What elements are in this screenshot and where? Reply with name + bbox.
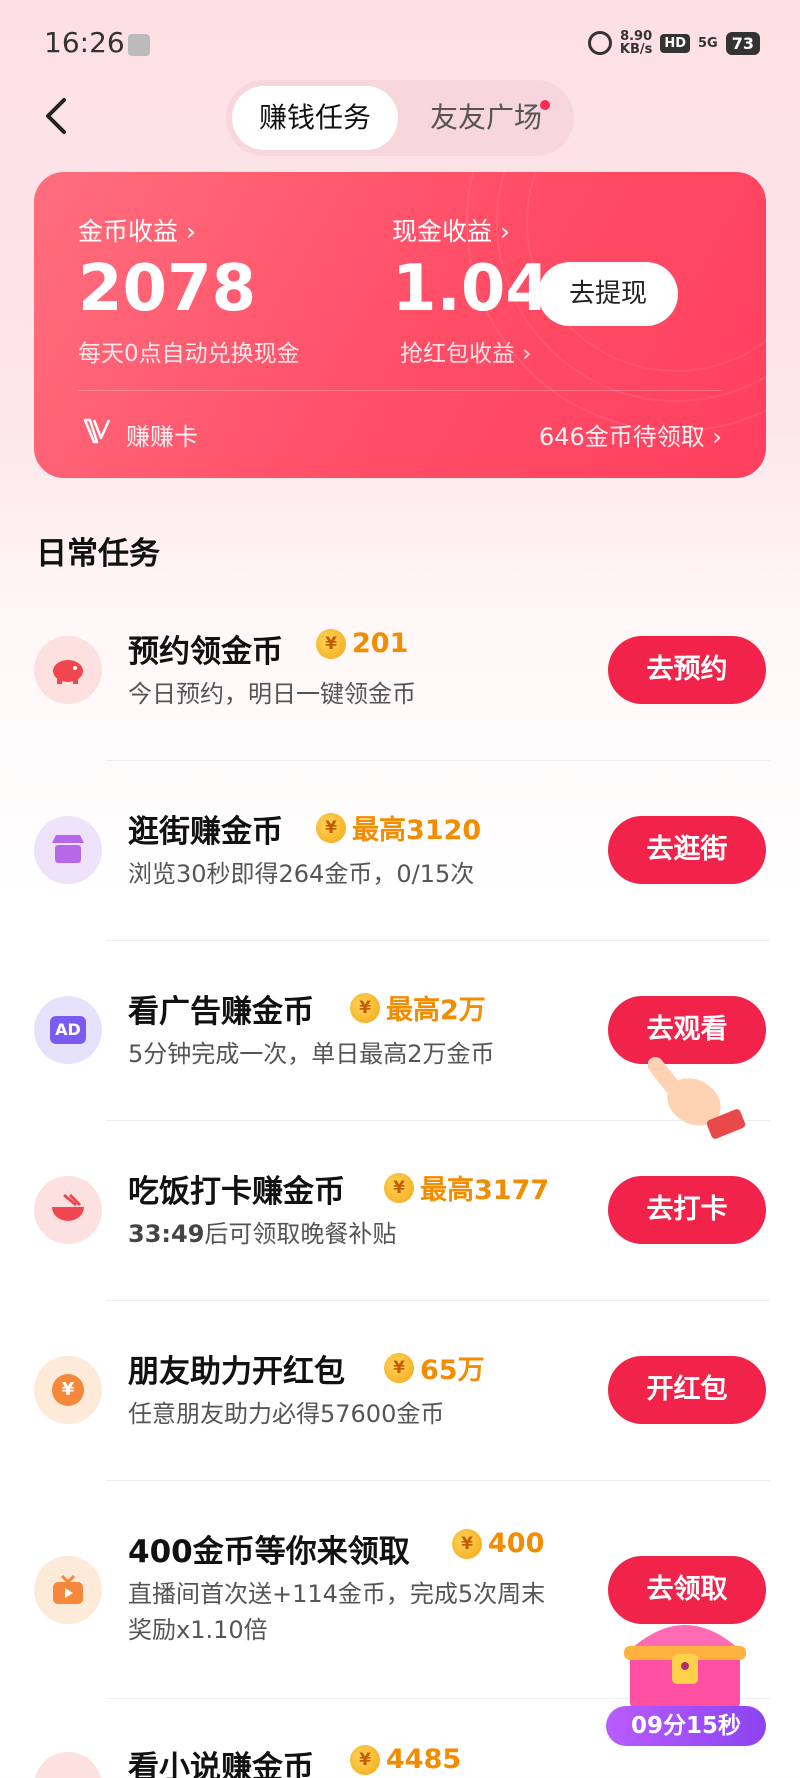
ad-icon: AD [34, 996, 102, 1064]
status-bar: 16:26 8.90 KB/s HD 5G 73 [0, 0, 800, 90]
coin-earnings-note: 每天0点自动兑换现金 [78, 341, 300, 367]
piggy-bank-icon [34, 636, 102, 704]
notification-app-icon [128, 34, 150, 56]
task-description: 今日预约，明日一键领金币 [128, 680, 416, 708]
tab-friends-square[interactable]: 友友广场 [404, 86, 568, 150]
earnings-card: 金币收益 › 2078 每天0点自动兑换现金 现金收益 › 1.04 去提现 抢… [34, 172, 766, 478]
network-speed: 8.90 KB/s [619, 29, 653, 57]
battery-icon: 73 [725, 31, 760, 55]
task-title: 朋友助力开红包 [128, 1354, 345, 1390]
divider [78, 390, 722, 391]
coin-icon: ¥ [384, 1352, 414, 1383]
tab-switch: 赚钱任务 友友广场 [226, 80, 574, 156]
divider [106, 1300, 770, 1301]
signal-icon: 5G [698, 35, 718, 51]
hd-icon: HD [660, 33, 691, 53]
yuan-coin-icon: ¥ [34, 1356, 102, 1424]
coin-icon: ¥ [316, 628, 346, 659]
task-reward: ¥65万 [384, 1348, 485, 1387]
coin-icon: ¥ [316, 812, 346, 843]
coin-earnings-link[interactable]: 金币收益 › [78, 212, 196, 248]
withdraw-button[interactable]: 去提现 [538, 262, 678, 326]
alarm-icon [587, 31, 612, 55]
tv-icon [34, 1556, 102, 1624]
reserve-button[interactable]: 去预约 [608, 636, 766, 704]
status-time: 16:26 [44, 26, 125, 59]
task-title: 看小说赚金币 [128, 1750, 314, 1778]
coin-icon: ¥ [452, 1528, 482, 1559]
pointing-hand-icon [648, 1056, 746, 1139]
meal-bowl-icon [34, 1176, 102, 1244]
task-title: 预约领金币 [128, 634, 283, 670]
countdown: 33:49 [128, 1220, 205, 1248]
task-title: 400金币等你来领取 [128, 1534, 410, 1570]
task-description: 直播间首次送+114金币，完成5次周末 [128, 1580, 546, 1608]
divider [106, 940, 770, 941]
shop-icon [34, 816, 102, 884]
treasure-chest-icon[interactable] [610, 1606, 760, 1718]
open-red-packet-button[interactable]: 开红包 [608, 1356, 766, 1424]
coin-earnings-value: 2078 [78, 252, 257, 326]
pending-coins-link[interactable]: 646金币待领取 › [539, 417, 722, 452]
coin-icon: ¥ [384, 1172, 414, 1203]
task-reward: ¥ 最高3120 [316, 808, 481, 847]
coin-icon: ¥ [350, 1744, 380, 1775]
tab-earn-tasks[interactable]: 赚钱任务 [232, 86, 398, 150]
task-description: 任意朋友助力必得57600金币 [128, 1400, 445, 1428]
zhuanzhuan-card-label[interactable]: 赚赚卡 [126, 417, 198, 452]
task-description-line2: 奖励x1.10倍 [128, 1616, 268, 1644]
task-reward: ¥ 最高2万 [350, 988, 486, 1027]
task-reward: ¥201 [316, 628, 408, 659]
ad-badge: AD [50, 1016, 86, 1044]
divider [106, 760, 770, 761]
task-title: 逛街赚金币 [128, 814, 283, 850]
status-indicators: 8.90 KB/s HD 5G 73 [587, 29, 760, 57]
tab-friends-label: 友友广场 [429, 101, 542, 134]
go-shopping-button[interactable]: 去逛街 [608, 816, 766, 884]
yuan-symbol: ¥ [52, 1374, 84, 1406]
notification-dot [540, 100, 550, 110]
back-arrow-icon[interactable] [38, 96, 78, 136]
check-in-button[interactable]: 去打卡 [608, 1176, 766, 1244]
task-reward: ¥4485 [350, 1744, 461, 1775]
book-icon [34, 1752, 102, 1778]
red-packet-earnings-link[interactable]: 抢红包收益 › [400, 334, 532, 368]
task-title: 看广告赚金币 [128, 994, 314, 1030]
cash-earnings-value: 1.04 [392, 252, 550, 326]
task-description: 浏览30秒即得264金币，0/15次 [128, 860, 475, 888]
task-description: 33:49后可领取晚餐补贴 [128, 1220, 397, 1248]
task-reward: ¥400 [452, 1528, 544, 1559]
cash-earnings-link[interactable]: 现金收益 › [392, 212, 510, 248]
task-description: 5分钟完成一次，单日最高2万金币 [128, 1040, 495, 1068]
task-title: 吃饭打卡赚金币 [128, 1174, 345, 1210]
section-title: 日常任务 [36, 536, 160, 572]
coin-icon: ¥ [350, 992, 380, 1023]
zhuanzhuan-card-icon [83, 418, 111, 444]
task-reward: ¥ 最高3177 [384, 1168, 549, 1207]
divider [106, 1480, 770, 1481]
chest-countdown[interactable]: 09分15秒 [606, 1706, 766, 1746]
